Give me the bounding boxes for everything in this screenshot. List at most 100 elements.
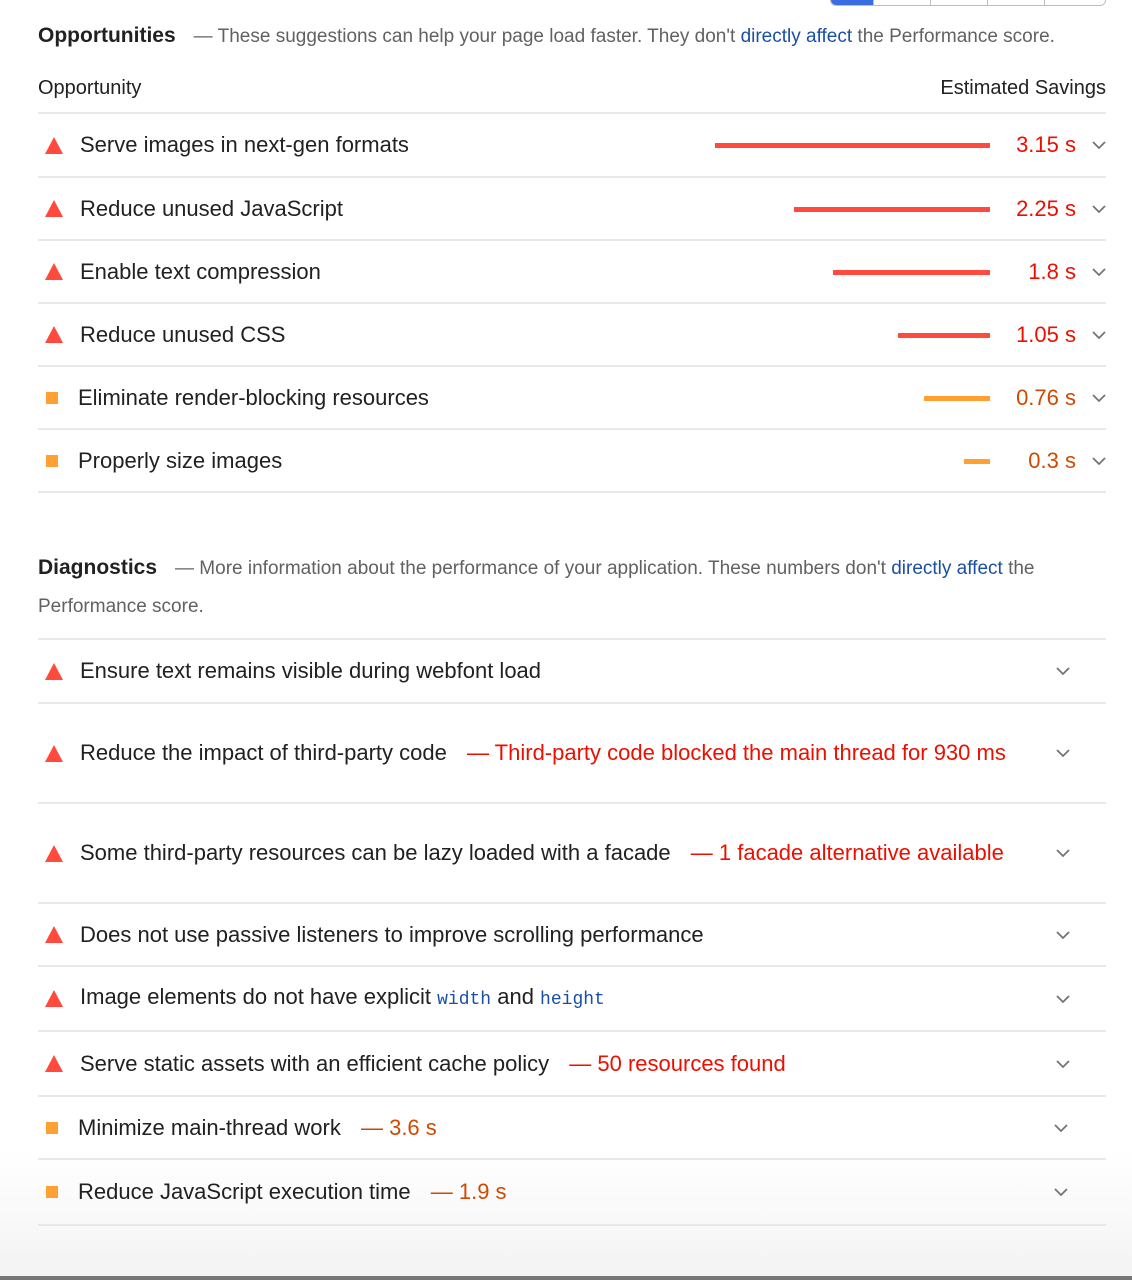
- red-triangle-icon: [45, 990, 63, 1007]
- orange-square-icon: [46, 391, 58, 404]
- chevron-down-icon[interactable]: [1076, 390, 1106, 406]
- code-token: width: [437, 990, 492, 1010]
- chevron-down-icon[interactable]: [1040, 991, 1070, 1007]
- chevron-down-icon[interactable]: [1076, 201, 1106, 217]
- fail-triangle-icon-wrap: [38, 662, 80, 680]
- red-triangle-icon: [45, 200, 63, 217]
- diagnostics-desc: — More information about the performance…: [175, 558, 892, 579]
- title-text: Serve static assets with an efficient ca…: [80, 1050, 550, 1076]
- opportunities-list: Serve images in next-gen formats 3.15 s Re…: [38, 114, 1106, 493]
- directly-affect-link[interactable]: directly affect: [891, 558, 1003, 579]
- diagnostics-header: Diagnostics — More information about the …: [38, 493, 1106, 638]
- fail-triangle-icon-wrap: [38, 136, 80, 154]
- savings-bar: [833, 269, 990, 275]
- savings-value: 3.15 s: [1016, 132, 1076, 157]
- red-triangle-icon: [45, 263, 63, 280]
- opportunity-title: Properly size images: [78, 447, 283, 473]
- diagnostic-detail: — Third-party code blocked the main thre…: [460, 740, 1006, 765]
- opportunity-title: Serve images in next-gen formats: [80, 132, 409, 157]
- chevron-down-icon[interactable]: [1040, 1056, 1070, 1072]
- fail-triangle-icon-wrap: [38, 990, 80, 1007]
- diagnostic-row[interactable]: Reduce the impact of third-party code — …: [38, 704, 1106, 804]
- savings-value: 1.8 s: [1028, 258, 1076, 284]
- chevron-down-icon[interactable]: [1038, 1184, 1068, 1200]
- title-text: Does not use passive listeners to improv…: [80, 921, 704, 947]
- title-text: Minimize main-thread work: [78, 1114, 341, 1140]
- chevron-down-icon[interactable]: [1040, 845, 1070, 861]
- fail-triangle-icon-wrap: [38, 1055, 80, 1072]
- opportunity-title: Reduce unused CSS: [80, 321, 286, 347]
- diagnostic-title: Serve static assets with an efficient ca…: [80, 1046, 1040, 1082]
- diagnostic-row[interactable]: Ensure text remains visible during webfo…: [38, 640, 1106, 704]
- opportunity-title: Enable text compression: [80, 258, 321, 284]
- opportunity-row[interactable]: Reduce unused CSS 1.05 s: [38, 304, 1106, 367]
- chevron-down-icon[interactable]: [1076, 453, 1106, 469]
- savings-bar-track: [710, 135, 990, 155]
- savings-bar-track: [710, 388, 990, 408]
- chevron-down-icon[interactable]: [1076, 327, 1106, 343]
- savings-bar: [898, 332, 990, 338]
- opportunities-column-header: Opportunity Estimated Savings: [38, 64, 1106, 114]
- fail-triangle-icon-wrap: [38, 744, 80, 762]
- opportunity-row[interactable]: Serve images in next-gen formats 3.15 s: [38, 114, 1106, 178]
- diagnostic-row[interactable]: Reduce JavaScript execution time — 1.9 s: [38, 1160, 1106, 1226]
- diagnostic-title: Reduce the impact of third-party code — …: [80, 735, 1040, 771]
- chevron-down-icon[interactable]: [1038, 1120, 1068, 1136]
- red-triangle-icon: [45, 926, 63, 943]
- chevron-down-icon[interactable]: [1076, 137, 1106, 153]
- diagnostic-detail: — 50 resources found: [563, 1050, 786, 1076]
- savings-bar: [964, 458, 990, 464]
- diagnostic-detail: — 1 facade alternative available: [684, 840, 1004, 865]
- orange-square-icon: [46, 1121, 58, 1134]
- opportunity-row[interactable]: Reduce unused JavaScript 2.25 s: [38, 178, 1106, 241]
- diagnostic-detail: — 1.9 s: [424, 1179, 507, 1204]
- diagnostic-detail: — 3.6 s: [354, 1114, 437, 1140]
- fail-triangle-icon-wrap: [38, 263, 80, 280]
- diagnostic-row[interactable]: Some third-party resources can be lazy l…: [38, 804, 1106, 904]
- orange-square-icon: [46, 1186, 58, 1198]
- diagnostic-row[interactable]: Image elements do not have explicit widt…: [38, 967, 1106, 1032]
- opportunity-row[interactable]: Enable text compression 1.8 s: [38, 241, 1106, 304]
- average-square-icon-wrap: [38, 454, 80, 467]
- opportunity-title: Eliminate render-blocking resources: [78, 384, 429, 410]
- savings-bar-track: [710, 451, 990, 471]
- column-estimated-savings: Estimated Savings: [940, 76, 1106, 99]
- red-triangle-icon: [45, 326, 63, 343]
- fail-triangle-icon-wrap: [38, 844, 80, 862]
- opportunity-title: Reduce unused JavaScript: [80, 195, 343, 221]
- diagnostic-row[interactable]: Serve static assets with an efficient ca…: [38, 1032, 1106, 1097]
- diagnostic-title: Does not use passive listeners to improv…: [80, 917, 1040, 953]
- fail-triangle-icon-wrap: [38, 926, 80, 943]
- chevron-down-icon[interactable]: [1076, 264, 1106, 280]
- savings-value: 0.3 s: [1028, 447, 1076, 473]
- opportunity-row[interactable]: Properly size images 0.3 s: [38, 430, 1106, 493]
- directly-affect-link[interactable]: directly affect: [741, 26, 853, 47]
- chevron-down-icon[interactable]: [1040, 745, 1070, 761]
- code-token: height: [540, 990, 605, 1010]
- fail-triangle-icon-wrap: [38, 200, 80, 217]
- savings-value: 0.76 s: [1016, 384, 1076, 410]
- chevron-down-icon[interactable]: [1040, 663, 1070, 679]
- diagnostic-title: Reduce JavaScript execution time — 1.9 s: [78, 1174, 1038, 1210]
- average-square-icon-wrap: [38, 1121, 80, 1134]
- red-triangle-icon: [45, 1055, 63, 1072]
- savings-value: 1.05 s: [1016, 321, 1076, 347]
- red-triangle-icon: [45, 844, 63, 862]
- savings-bar: [924, 395, 990, 401]
- diagnostic-row[interactable]: Minimize main-thread work — 3.6 s: [38, 1097, 1106, 1160]
- diagnostic-title: Image elements do not have explicit widt…: [80, 979, 1040, 1018]
- opportunity-row[interactable]: Eliminate render-blocking resources 0.76 …: [38, 367, 1106, 430]
- red-triangle-icon: [45, 662, 63, 680]
- average-square-icon-wrap: [38, 1186, 80, 1198]
- diagnostic-title: Some third-party resources can be lazy l…: [80, 835, 1040, 871]
- audit-content: Opportunities — These suggestions can hel…: [38, 0, 1106, 1226]
- opportunities-desc: — These suggestions can help your page l…: [193, 26, 741, 47]
- red-triangle-icon: [45, 136, 63, 154]
- chevron-down-icon[interactable]: [1040, 927, 1070, 943]
- diagnostic-row[interactable]: Does not use passive listeners to improv…: [38, 904, 1106, 967]
- diagnostics-title: Diagnostics: [38, 556, 158, 579]
- savings-value: 2.25 s: [1016, 195, 1076, 221]
- title-text: Ensure text remains visible during webfo…: [80, 658, 542, 683]
- savings-bar: [794, 206, 990, 212]
- title-text: Reduce the impact of third-party code: [80, 740, 447, 765]
